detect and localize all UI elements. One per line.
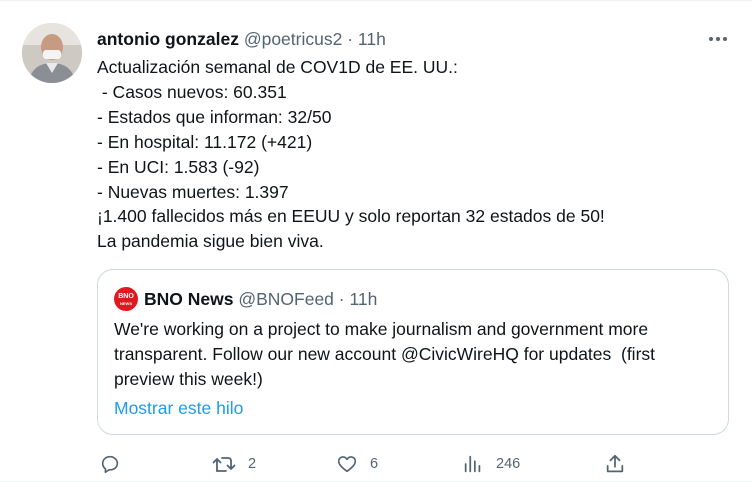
quoted-tweet-header: BNO News @BNOFeed · 11h <box>144 287 377 311</box>
like-count: 6 <box>370 456 379 472</box>
more-horizontal-icon <box>709 37 727 41</box>
author-name[interactable]: antonio gonzalez <box>97 29 239 49</box>
views-count: 246 <box>496 456 521 472</box>
quoted-line: transparent. Follow our new account @Civ… <box>114 344 656 364</box>
heart-icon <box>337 456 357 473</box>
avatar-photo <box>22 23 82 83</box>
views-chart-icon <box>464 455 481 473</box>
reply-button[interactable] <box>99 450 133 478</box>
separator-dot: · <box>338 289 345 309</box>
retweet-count: 2 <box>248 456 257 472</box>
separator-dot: · <box>347 29 354 49</box>
more-button[interactable] <box>704 28 732 50</box>
tweet-time[interactable]: 11h <box>358 29 386 49</box>
action-bar: 2 6 246 <box>97 450 737 478</box>
reply-icon <box>101 455 119 474</box>
author-handle[interactable]: @poetricus2 <box>244 29 343 49</box>
quoted-line: preview this week!) <box>114 369 263 389</box>
quoted-tweet-text: We're working on a project to make journ… <box>114 317 714 392</box>
tweet-line: - Estados que informan: 32/50 <box>97 106 332 127</box>
tweet-line: Actualización semanal de COV1D de EE. UU… <box>97 57 458 77</box>
retweet-button[interactable]: 2 <box>212 450 256 478</box>
tweet-line: - En hospital: 11.172 (+421) <box>97 131 313 152</box>
tweet[interactable]: antonio gonzalez @poetricus2 · 11h Actua… <box>0 0 752 482</box>
author-avatar[interactable] <box>22 23 82 83</box>
tweet-line: - Nuevas muertes: 1.397 <box>97 181 289 202</box>
share-button[interactable] <box>604 450 626 478</box>
quoted-tweet[interactable]: BNO NEWS BNO News @BNOFeed · 11h We're w… <box>97 269 729 435</box>
like-button[interactable]: 6 <box>336 450 378 478</box>
tweet-line: ¡1.400 fallecidos más en EEUU y solo rep… <box>97 206 605 227</box>
tweet-header: antonio gonzalez @poetricus2 · 11h <box>97 28 386 50</box>
show-thread-link[interactable]: Mostrar este hilo <box>114 396 243 421</box>
bno-logo-subtext: NEWS <box>120 300 132 306</box>
views-button[interactable]: 246 <box>462 450 520 478</box>
quoted-tweet-time[interactable]: 11h <box>350 289 378 309</box>
tweet-line: La pandemia sigue bien viva. <box>97 231 324 252</box>
bno-news-logo[interactable]: BNO NEWS <box>114 287 138 311</box>
quoted-author-name[interactable]: BNO News <box>144 289 233 309</box>
tweet-line: - Casos nuevos: 60.351 <box>97 81 287 102</box>
tweet-text: Actualización semanal de COV1D de EE. UU… <box>97 55 737 254</box>
share-icon <box>606 454 624 473</box>
retweet-icon <box>212 457 236 472</box>
tweet-line: - En UCI: 1.583 (-92) <box>97 156 260 177</box>
quoted-line: We're working on a project to make journ… <box>114 319 649 339</box>
quoted-author-handle[interactable]: @BNOFeed <box>238 289 334 309</box>
bno-logo-text: BNO <box>118 292 134 300</box>
